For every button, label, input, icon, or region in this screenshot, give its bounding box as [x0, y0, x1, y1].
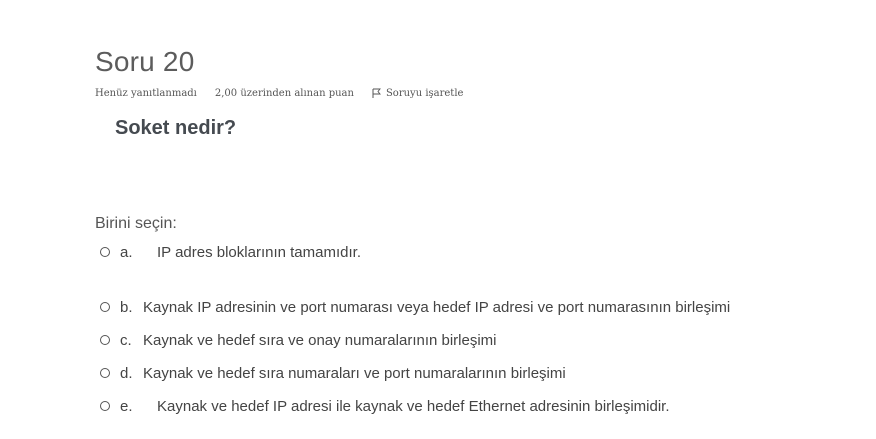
flag-icon — [372, 88, 381, 98]
radio-icon[interactable] — [100, 335, 110, 345]
answer-text: Kaynak IP adresinin ve port numarası vey… — [143, 298, 731, 316]
answer-option-a[interactable]: a. IP adres bloklarının tamamıdır. — [95, 242, 855, 262]
answer-letter: a. — [120, 243, 133, 261]
radio-icon[interactable] — [100, 368, 110, 378]
flag-question-link[interactable]: Soruyu işaretle — [372, 87, 464, 99]
answer-text: IP adres bloklarının tamamıdır. — [157, 243, 361, 261]
answer-option-d[interactable]: d. Kaynak ve hedef sıra numaraları ve po… — [95, 363, 855, 383]
question-grade: 2,00 üzerinden alınan puan — [214, 87, 354, 99]
answer-letter: e. — [120, 397, 133, 415]
radio-icon[interactable] — [100, 302, 110, 312]
answer-option-c[interactable]: c. Kaynak ve hedef sıra ve onay numarala… — [95, 330, 855, 350]
radio-icon[interactable] — [100, 247, 110, 257]
radio-icon[interactable] — [100, 401, 110, 411]
answer-option-b[interactable]: b. Kaynak IP adresinin ve port numarası … — [95, 297, 855, 317]
answer-prompt: Birini seçin: — [95, 215, 177, 232]
answer-text: Kaynak ve hedef sıra ve onay numaraların… — [143, 331, 497, 349]
answer-letter: d. — [120, 364, 133, 382]
answer-text: Kaynak ve hedef IP adresi ile kaynak ve … — [157, 397, 670, 415]
question-info: Henüz yanıtlanmadı 2,00 üzerinden alınan… — [95, 86, 855, 100]
answer-option-e[interactable]: e. Kaynak ve hedef IP adresi ile kaynak … — [95, 396, 855, 416]
answer-text: Kaynak ve hedef sıra numaraları ve port … — [143, 364, 566, 382]
answer-list: a. IP adres bloklarının tamamıdır. b. Ka… — [95, 242, 855, 416]
question-text: Soket nedir? — [115, 117, 237, 139]
answer-letter: c. — [120, 331, 132, 349]
answer-letter: b. — [120, 298, 133, 316]
flag-question-label: Soruyu işaretle — [385, 87, 464, 99]
question-title: Soru 20 — [95, 46, 195, 77]
question-status: Henüz yanıtlanmadı — [95, 87, 197, 99]
question-block: Soru 20 Henüz yanıtlanmadı 2,00 üzerinde… — [95, 44, 855, 416]
